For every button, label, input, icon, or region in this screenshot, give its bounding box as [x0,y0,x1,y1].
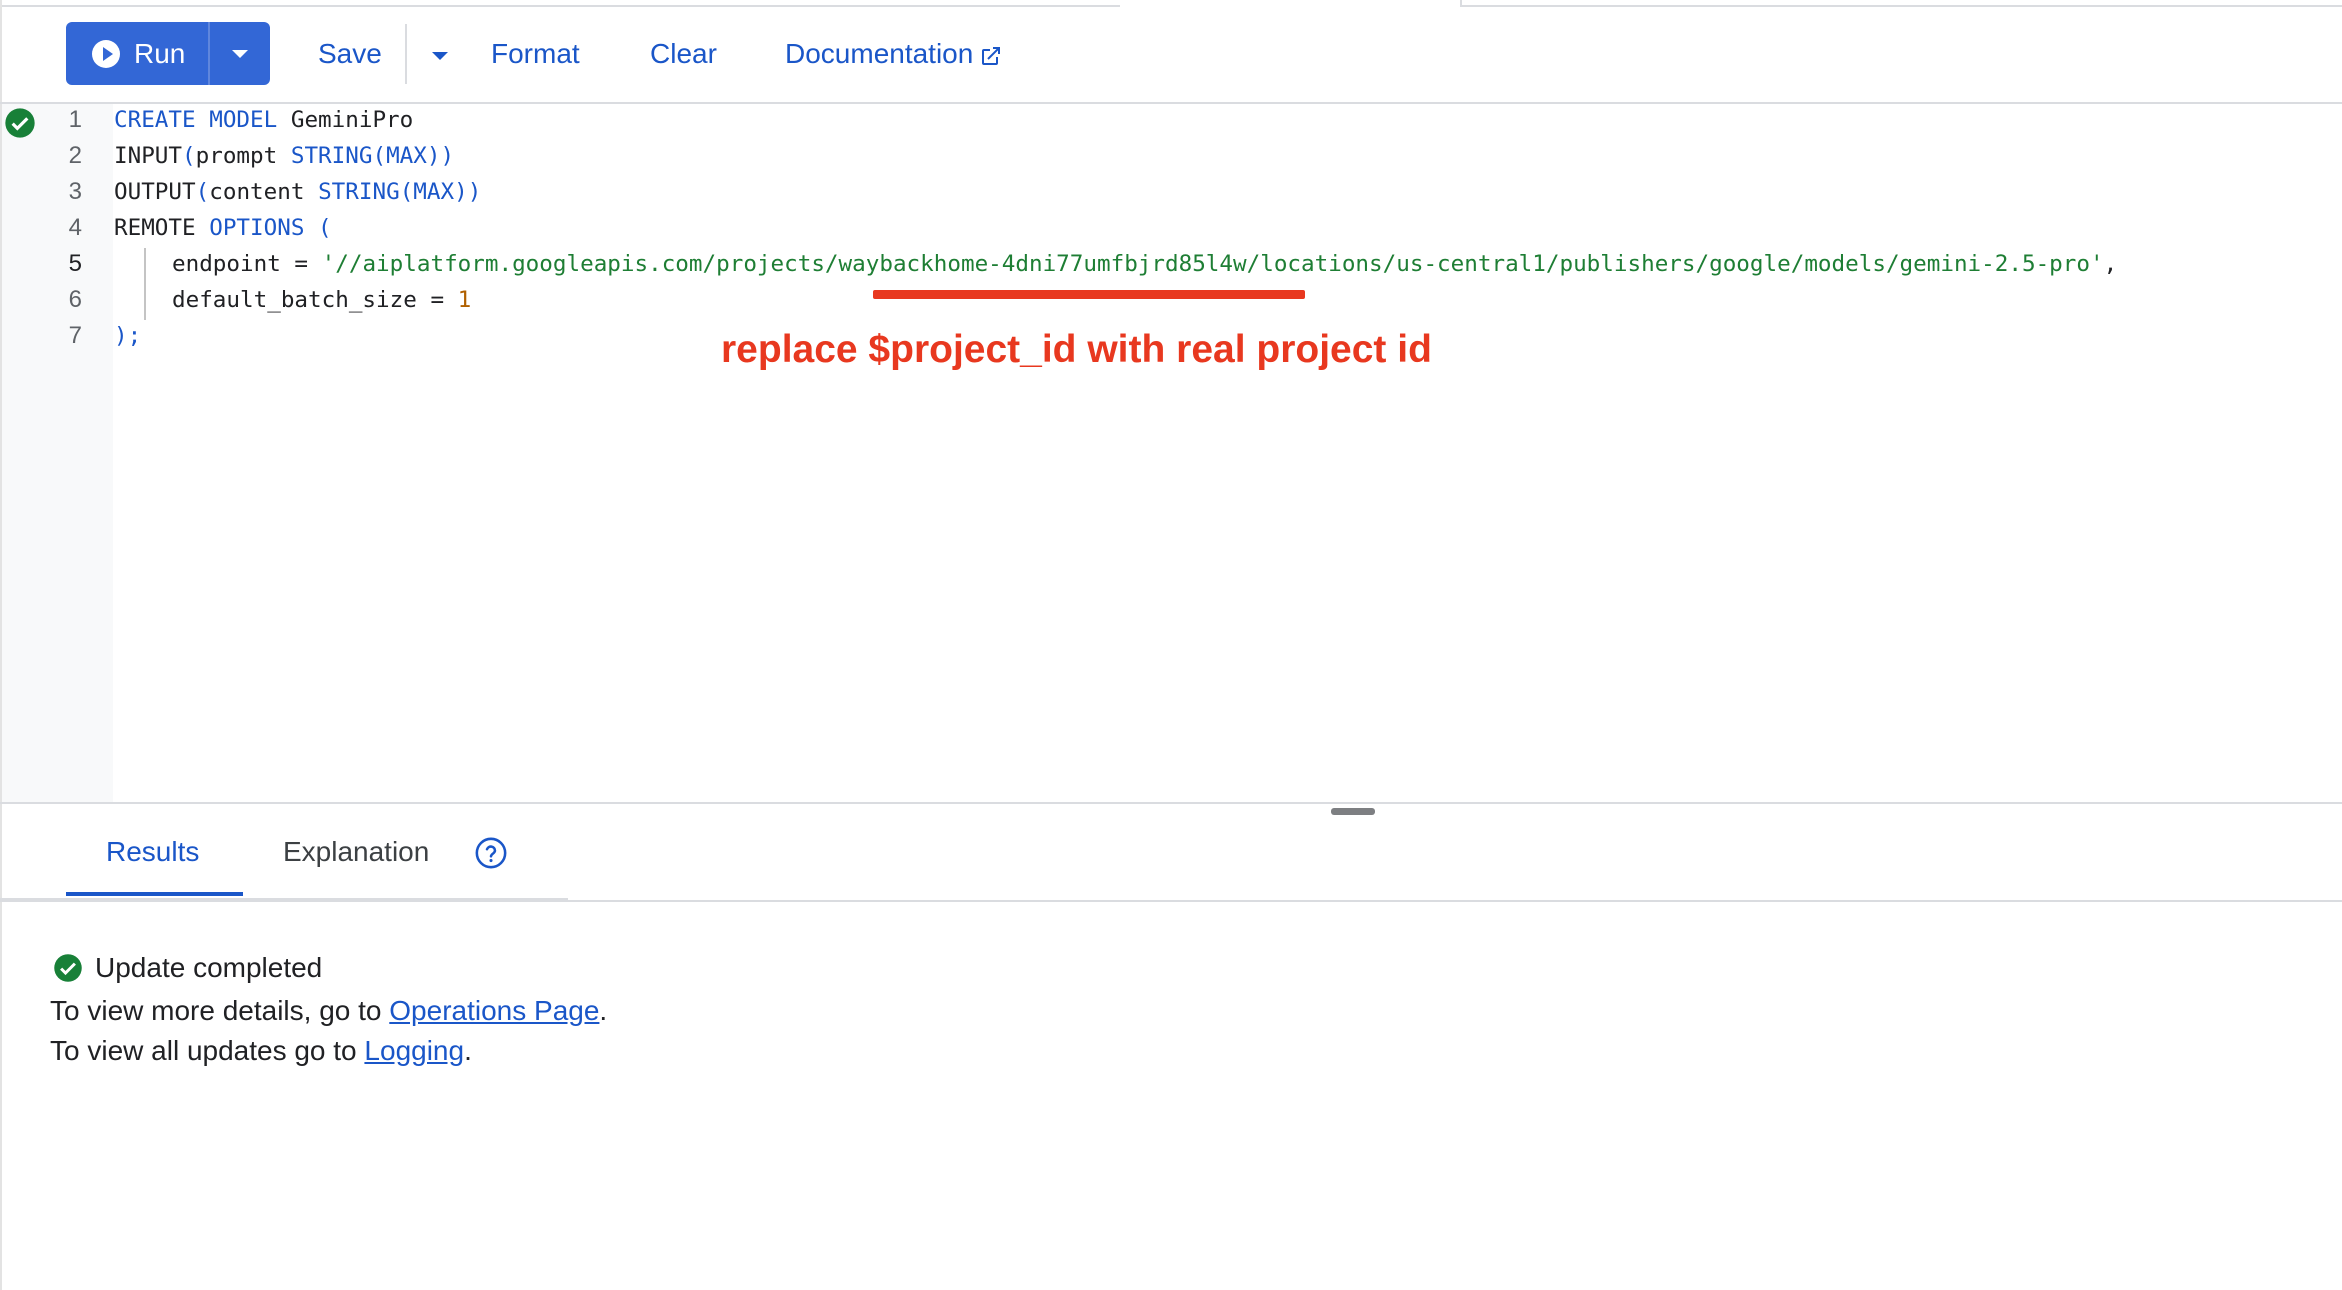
documentation-label: Documentation [785,38,974,69]
code-paren: ( [304,215,332,241]
code-line-7: ); [114,323,141,349]
check-circle-icon [5,108,35,138]
save-button[interactable]: Save [318,38,382,70]
line-number: 4 [68,214,82,241]
code-type: STRING [290,143,373,169]
line-number: 1 [68,106,82,133]
play-circle-icon [92,39,120,68]
editor-gutter [2,104,113,804]
code-keyword: CREATE MODEL [114,107,278,133]
logging-link[interactable]: Logging [364,1035,464,1066]
code-text: , [2103,251,2118,277]
code-number: 1 [457,287,472,313]
code-text: endpoint = [172,251,322,277]
code-paren: )) [454,179,482,205]
details-suffix: . [599,995,608,1026]
code-line-1: CREATE MODEL GeminiPro [114,107,413,133]
line-number: 6 [68,286,82,313]
code-paren: )) [426,143,455,169]
line-number: 3 [68,178,82,205]
active-tab-indicator [66,892,243,896]
details-line: To view more details, go to Operations P… [50,995,607,1027]
toolbar-divider [405,24,407,84]
code-text: REMOTE [114,215,210,241]
logging-prefix: To view all updates go to [50,1035,365,1066]
code-text: default_batch_size = [172,287,458,313]
code-paren: ( [399,179,414,205]
code-text: GeminiPro [277,107,414,133]
indent-guide [144,248,146,320]
annotation-underline [873,290,1305,299]
code-string: '//aiplatform.googleapis.com/projects/wa… [321,251,2104,277]
code-line-3: OUTPUT(content STRING(MAX)) [114,179,481,205]
logging-suffix: . [464,1035,472,1066]
code-paren: ( [182,143,196,169]
code-paren: ); [114,323,142,349]
run-options-button[interactable] [210,22,270,85]
results-tab-bar: Results Explanation [0,804,2342,902]
operations-page-link[interactable]: Operations Page [389,995,599,1026]
save-options-chevron-down-icon[interactable] [432,52,448,60]
code-paren: ( [372,143,387,169]
format-button[interactable]: Format [491,38,580,70]
documentation-link[interactable]: Documentation [785,38,1003,70]
details-prefix: To view more details, go to [50,995,390,1026]
code-keyword: OPTIONS [209,215,305,241]
clear-button[interactable]: Clear [650,38,717,70]
run-button-group: Run [66,22,270,85]
help-icon[interactable] [474,836,508,870]
query-toolbar: Run Save Format Clear Documentation [0,6,2342,104]
code-type: STRING [318,179,400,205]
code-keyword: MAX [386,143,427,169]
status-message: Update completed [53,952,322,984]
sql-editor[interactable]: 1 2 3 4 5 6 7 CREATE MODEL GeminiPro INP… [0,104,2342,804]
logging-line: To view all updates go to Logging. [50,1035,472,1067]
check-circle-icon [54,954,82,982]
code-line-5: endpoint = '//aiplatform.googleapis.com/… [172,251,2117,277]
annotation-text: replace $project_id with real project id [721,328,1432,371]
line-number: 2 [68,142,82,169]
code-line-6: default_batch_size = 1 [172,287,471,313]
line-number-active: 5 [68,250,82,277]
line-number: 7 [68,322,82,349]
code-keyword: MAX [413,179,455,205]
code-text: prompt [195,143,291,169]
run-button[interactable]: Run [66,22,208,85]
code-paren: ( [195,179,210,205]
tab-results[interactable]: Results [106,836,199,868]
code-function: INPUT [114,143,183,169]
status-text: Update completed [95,952,323,983]
tabs-divider [0,898,568,900]
chevron-down-icon [232,49,248,58]
code-function: OUTPUT [114,179,196,205]
code-line-4: REMOTE OPTIONS ( [114,215,332,241]
tab-explanation[interactable]: Explanation [283,836,429,868]
run-button-label: Run [134,37,186,69]
code-text: content [209,179,319,205]
open-in-new-icon [982,46,1001,65]
code-line-2: INPUT(prompt STRING(MAX)) [114,143,454,169]
